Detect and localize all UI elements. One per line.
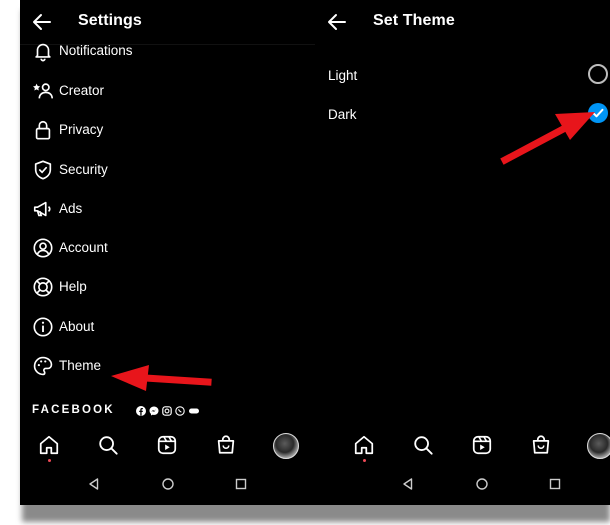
system-navigation <box>20 470 315 498</box>
page-title: Settings <box>78 12 142 29</box>
shop-icon[interactable] <box>215 434 237 456</box>
settings-screen: Settings Notifications Creator Privacy S… <box>20 0 315 505</box>
back-triangle-icon[interactable] <box>87 477 101 491</box>
reels-icon[interactable] <box>156 434 178 456</box>
menu-item-creator[interactable]: Creator <box>32 77 302 107</box>
person-circle-icon <box>33 238 53 258</box>
menu-item-label: Help <box>59 279 87 294</box>
bottom-navigation <box>315 426 610 462</box>
recents-square-icon[interactable] <box>234 477 248 491</box>
radio-unselected[interactable] <box>588 64 608 84</box>
portal-icon <box>189 408 199 414</box>
megaphone-icon <box>33 201 51 217</box>
menu-item-security[interactable]: Security <box>32 156 302 186</box>
home-icon[interactable] <box>38 434 60 456</box>
menu-item-label: Security <box>59 162 108 177</box>
menu-item-help[interactable]: Help <box>32 273 302 303</box>
notification-dot <box>363 459 366 462</box>
menu-item-ads[interactable]: Ads <box>32 195 302 225</box>
facebook-icon <box>136 406 146 416</box>
shop-icon[interactable] <box>530 434 552 456</box>
whatsapp-icon <box>175 406 185 416</box>
menu-item-label: Privacy <box>59 122 104 137</box>
home-circle-icon[interactable] <box>475 477 489 491</box>
menu-item-privacy[interactable]: Privacy <box>32 116 302 146</box>
facebook-brand-row: FACEBOOK <box>32 403 292 419</box>
messenger-icon <box>149 406 159 416</box>
screenshots-container: Settings Notifications Creator Privacy S… <box>20 0 610 505</box>
page-title: Set Theme <box>373 12 455 29</box>
search-icon[interactable] <box>412 434 434 456</box>
info-icon <box>33 317 53 337</box>
theme-header: Set Theme <box>315 0 610 44</box>
theme-option-label: Dark <box>328 107 357 122</box>
theme-option-label: Light <box>328 68 358 83</box>
shield-icon <box>34 160 52 180</box>
menu-item-label: Theme <box>59 358 102 373</box>
menu-item-label: Account <box>59 240 108 255</box>
home-circle-icon[interactable] <box>161 477 175 491</box>
menu-item-label: About <box>59 319 95 334</box>
reels-icon[interactable] <box>471 434 493 456</box>
profile-avatar[interactable] <box>587 433 610 459</box>
annotation-arrow <box>111 365 212 391</box>
star-person-icon <box>33 83 53 99</box>
notification-dot <box>48 459 51 462</box>
back-arrow-icon[interactable] <box>30 10 54 34</box>
back-triangle-icon[interactable] <box>401 477 415 491</box>
profile-avatar[interactable] <box>273 433 299 459</box>
menu-item-label: Creator <box>59 83 105 98</box>
annotation-arrow <box>500 112 595 165</box>
search-icon[interactable] <box>97 434 119 456</box>
back-arrow-icon[interactable] <box>325 10 349 34</box>
menu-item-about[interactable]: About <box>32 313 302 343</box>
lock-icon <box>35 120 51 140</box>
recents-square-icon[interactable] <box>548 477 562 491</box>
menu-item-label: Notifications <box>59 43 133 58</box>
bottom-navigation <box>20 426 315 462</box>
theme-option-light[interactable]: Light <box>328 61 608 91</box>
facebook-wordmark: FACEBOOK <box>32 404 115 416</box>
brand-icons <box>136 406 200 416</box>
home-icon[interactable] <box>353 434 375 456</box>
palette-icon <box>33 356 53 376</box>
menu-item-label: Ads <box>59 201 83 216</box>
instagram-icon <box>162 406 172 416</box>
lifebuoy-icon <box>33 277 53 297</box>
bell-icon <box>35 43 51 62</box>
menu-item-notifications[interactable]: Notifications <box>32 37 302 67</box>
system-navigation <box>315 470 610 498</box>
set-theme-screen: Set Theme Light Dark <box>315 0 610 505</box>
menu-item-account[interactable]: Account <box>32 234 302 264</box>
